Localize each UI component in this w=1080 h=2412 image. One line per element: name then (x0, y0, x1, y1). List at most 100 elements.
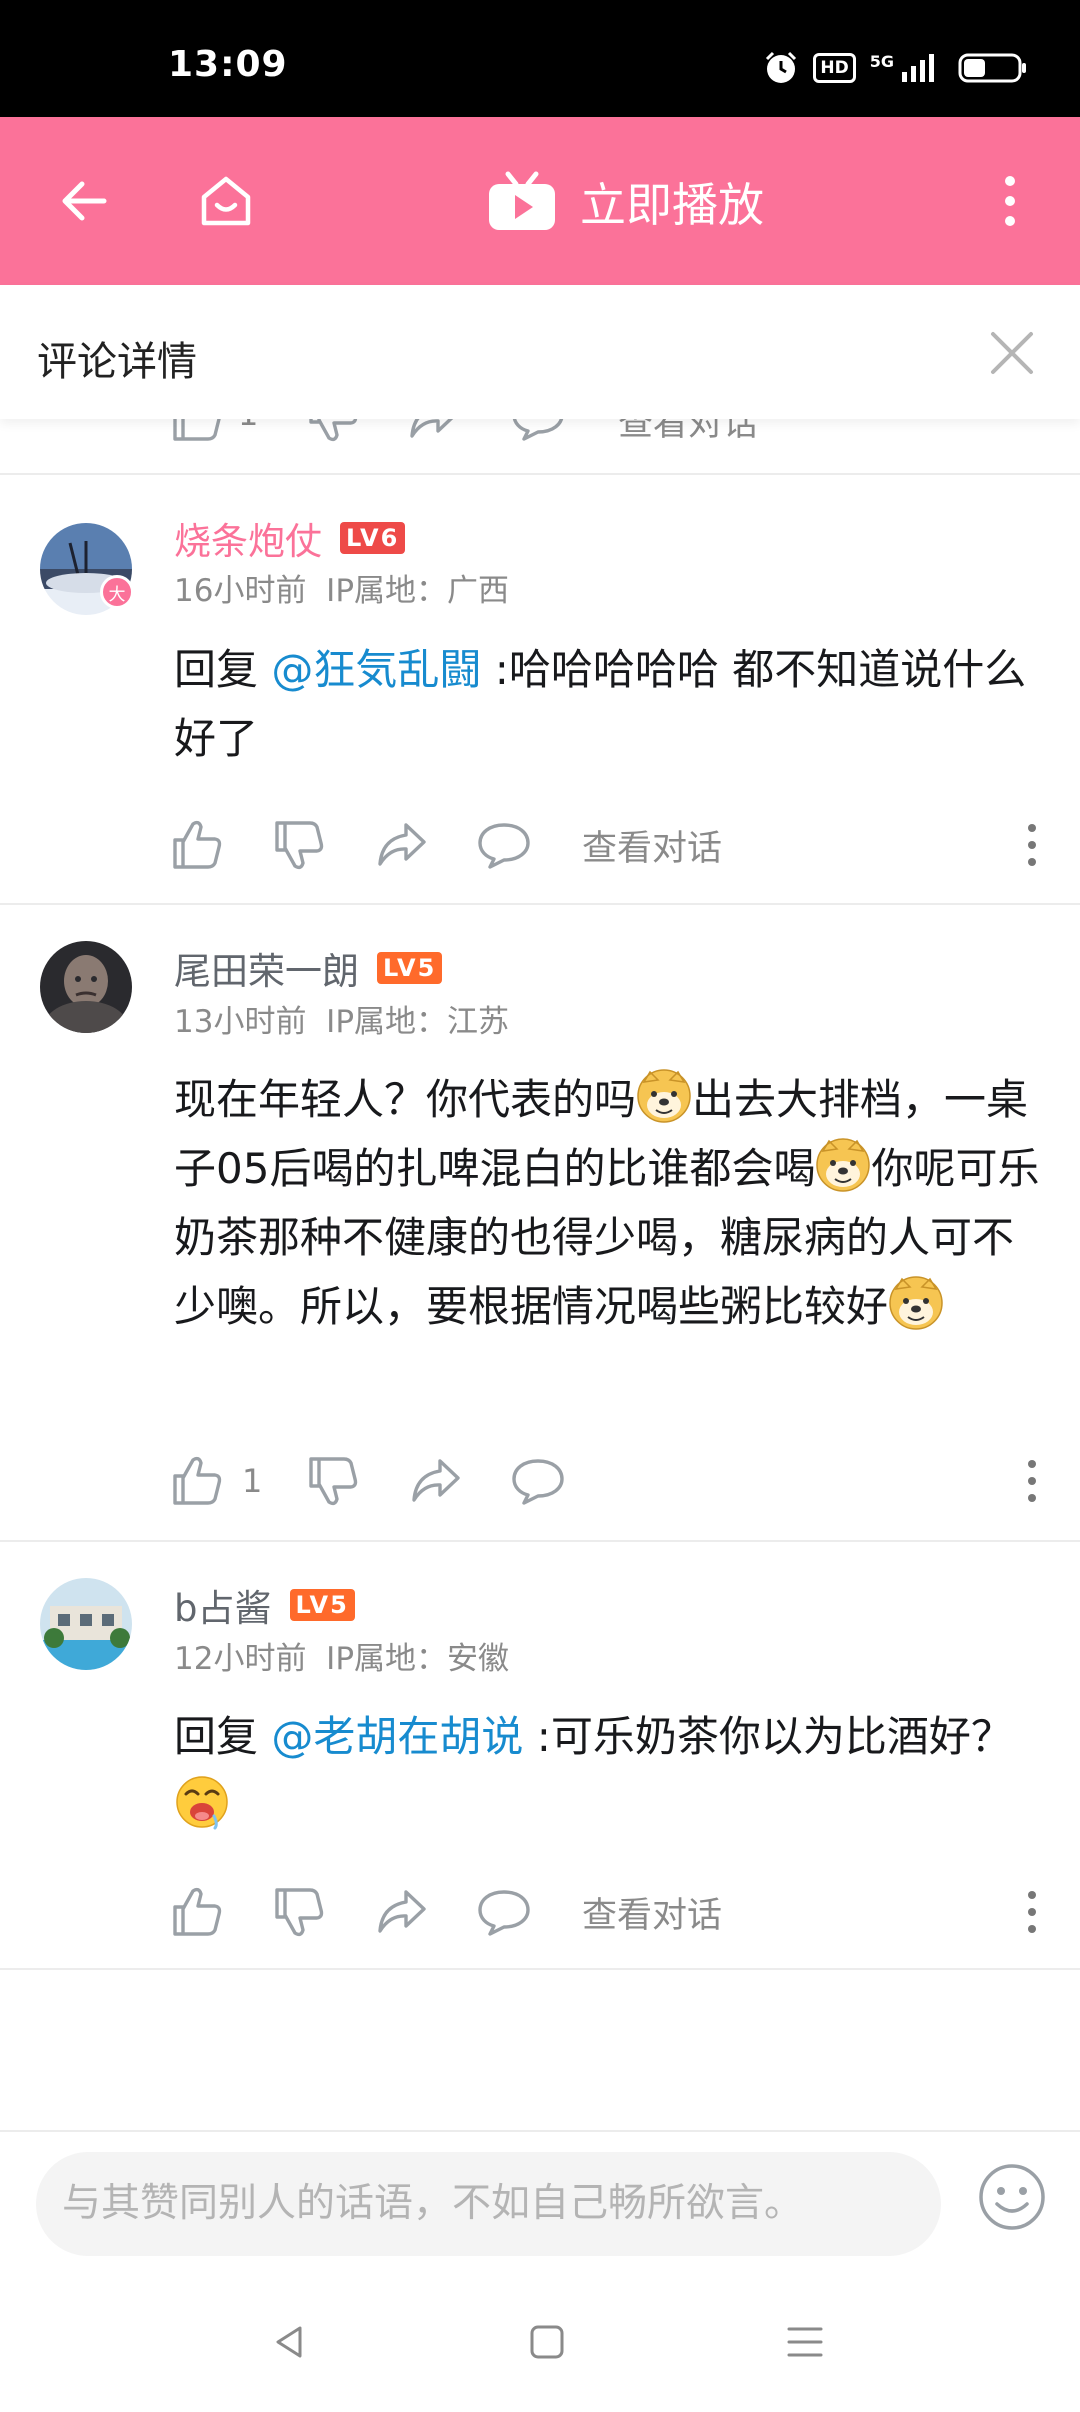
level-badge: LV5 (377, 952, 443, 984)
comment-detail-header: 评论详情 (0, 285, 1080, 419)
comment-text: 现在年轻人？你代表的吗 出去大排档，一桌子05后喝的扎啤混白的比谁都会喝 你呢可乐奶… (174, 1065, 1044, 1341)
app-bar: 立即播放 (0, 117, 1080, 285)
username[interactable]: 烧条炮仗 LV6 (174, 511, 406, 565)
comment-input-bar: 与其赞同别人的话语，不如自己畅所欲言。 (0, 2130, 1080, 2272)
action-row: 1 (0, 1451, 1080, 1511)
alarm-icon (766, 51, 797, 83)
comment-item: 大 烧条炮仗 LV6 16小时前 IP属地：广西 回复 @狂気乱闘 :哈哈哈哈哈… (0, 473, 1080, 903)
reply-prefix: 回复 (174, 645, 272, 694)
username[interactable]: b占酱 LV5 (174, 1578, 355, 1632)
username[interactable]: 尾田荣一朗 LV5 (174, 941, 443, 995)
comment-more-button[interactable] (1012, 1451, 1052, 1511)
like-icon (173, 820, 222, 869)
arrow-left-icon (62, 181, 107, 221)
nav-home-icon (530, 2325, 564, 2359)
tv-play-icon (489, 171, 555, 230)
comment-text: 回复 @老胡在胡说 :可乐奶茶你以为比酒好？ (174, 1702, 1044, 1840)
network-label: 5G (869, 51, 894, 71)
reply-icon (478, 1890, 530, 1936)
nav-menu-button[interactable] (765, 2302, 845, 2382)
avatar[interactable] (40, 941, 132, 1033)
reply-icon (512, 1459, 564, 1505)
username-text: b占酱 (174, 1587, 272, 1630)
drool-emoji-icon (175, 1775, 229, 1830)
share-icon (378, 823, 426, 866)
level-badge: LV5 (289, 1589, 355, 1621)
reply-button[interactable] (474, 815, 534, 875)
view-dialog-label: 查看对话 (582, 1895, 723, 1936)
home-button[interactable] (176, 151, 276, 251)
share-button[interactable] (372, 815, 432, 875)
comment-input[interactable]: 与其赞同别人的话语，不如自己畅所欲言。 (36, 2152, 941, 2256)
comment-meta: 12小时前 IP属地：安徽 (174, 1633, 509, 1678)
comment-time: 16小时前 (174, 573, 307, 609)
dislike-icon (309, 1457, 358, 1506)
view-dialog-link[interactable]: 查看对话 (582, 1882, 722, 1942)
nav-back-button[interactable] (250, 2302, 330, 2382)
share-button[interactable] (406, 1451, 466, 1511)
share-icon (378, 1890, 426, 1933)
play-now-button[interactable]: 立即播放 (486, 167, 764, 237)
nav-back-icon (276, 2326, 302, 2358)
dislike-icon (275, 821, 324, 870)
comment-more-button[interactable] (1012, 1882, 1052, 1942)
dislike-button[interactable] (270, 815, 330, 875)
vip-badge: 大 (100, 575, 134, 609)
doge-emoji-icon (816, 1138, 871, 1192)
detail-title: 评论详情 (37, 339, 197, 385)
comment-body-1: 现在年轻人？你代表的吗 (174, 1075, 637, 1124)
avatar[interactable] (40, 1578, 132, 1670)
like-button[interactable] (168, 1882, 228, 1942)
share-button[interactable] (372, 1882, 432, 1942)
play-now-label: 立即播放 (580, 178, 764, 232)
close-button[interactable] (972, 313, 1052, 393)
back-button[interactable] (34, 151, 134, 251)
like-count: 1 (242, 1462, 263, 1500)
level-badge: LV6 (340, 522, 406, 554)
comment-body: :可乐奶茶你以为比酒好？ (523, 1712, 1013, 1761)
action-row: 查看对话 (0, 1882, 1080, 1942)
reply-icon (478, 823, 530, 869)
like-button[interactable]: 1 (168, 1451, 262, 1511)
doge-emoji-icon (889, 1276, 944, 1330)
nav-menu-icon (787, 2327, 823, 2357)
comment-item: 尾田荣一朗 LV5 13小时前 IP属地：江苏 现在年轻人？你代表的吗 出去大排档… (0, 903, 1080, 1540)
reply-button[interactable] (474, 1882, 534, 1942)
like-button[interactable] (168, 815, 228, 875)
comment-more-button[interactable] (1012, 815, 1052, 875)
comment-time: 12小时前 (174, 1641, 307, 1677)
view-dialog-label: 查看对话 (582, 828, 723, 869)
dislike-button[interactable] (304, 1451, 364, 1511)
more-menu-button[interactable] (970, 151, 1050, 251)
more-vertical-icon (1028, 824, 1036, 866)
action-row: 查看对话 (0, 815, 1080, 875)
share-icon (412, 1459, 460, 1502)
username-text: 烧条炮仗 (174, 520, 322, 563)
more-vertical-icon (1028, 1460, 1036, 1502)
dislike-icon (275, 1888, 324, 1937)
comment-meta: 16小时前 IP属地：广西 (174, 565, 509, 610)
system-nav-bar (0, 2272, 1080, 2412)
ip-location: IP属地：安徽 (326, 1641, 510, 1677)
mention-link[interactable]: @狂気乱闘 (271, 645, 481, 694)
status-bar: 13:09 HD 5G (0, 0, 1080, 117)
status-time: 13:09 (168, 44, 288, 85)
close-icon (991, 332, 1033, 374)
nav-home-button[interactable] (507, 2302, 587, 2382)
ip-location: IP属地：广西 (326, 573, 510, 609)
view-dialog-link[interactable]: 查看对话 (582, 815, 722, 875)
reply-button[interactable] (508, 1451, 568, 1511)
comment-list[interactable]: 1 查看对话 大 烧条炮仗 LV6 16小时前 IP属地：广西 回复 @狂気乱闘… (0, 285, 1080, 2130)
comment-item: b占酱 LV5 12小时前 IP属地：安徽 回复 @老胡在胡说 :可乐奶茶你以为… (0, 1540, 1080, 1970)
ip-location: IP属地：江苏 (326, 1004, 510, 1040)
mention-link[interactable]: @老胡在胡说 (271, 1712, 523, 1761)
smiley-icon[interactable] (975, 2160, 1049, 2234)
like-icon (173, 1456, 222, 1505)
dislike-button[interactable] (270, 1882, 330, 1942)
more-vertical-icon (1028, 1891, 1036, 1933)
more-vertical-icon (1005, 176, 1015, 226)
username-text: 尾田荣一朗 (174, 950, 359, 993)
status-icons: HD 5G (763, 48, 1028, 88)
reply-prefix: 回复 (174, 1712, 272, 1761)
comment-time: 13小时前 (174, 1004, 307, 1040)
